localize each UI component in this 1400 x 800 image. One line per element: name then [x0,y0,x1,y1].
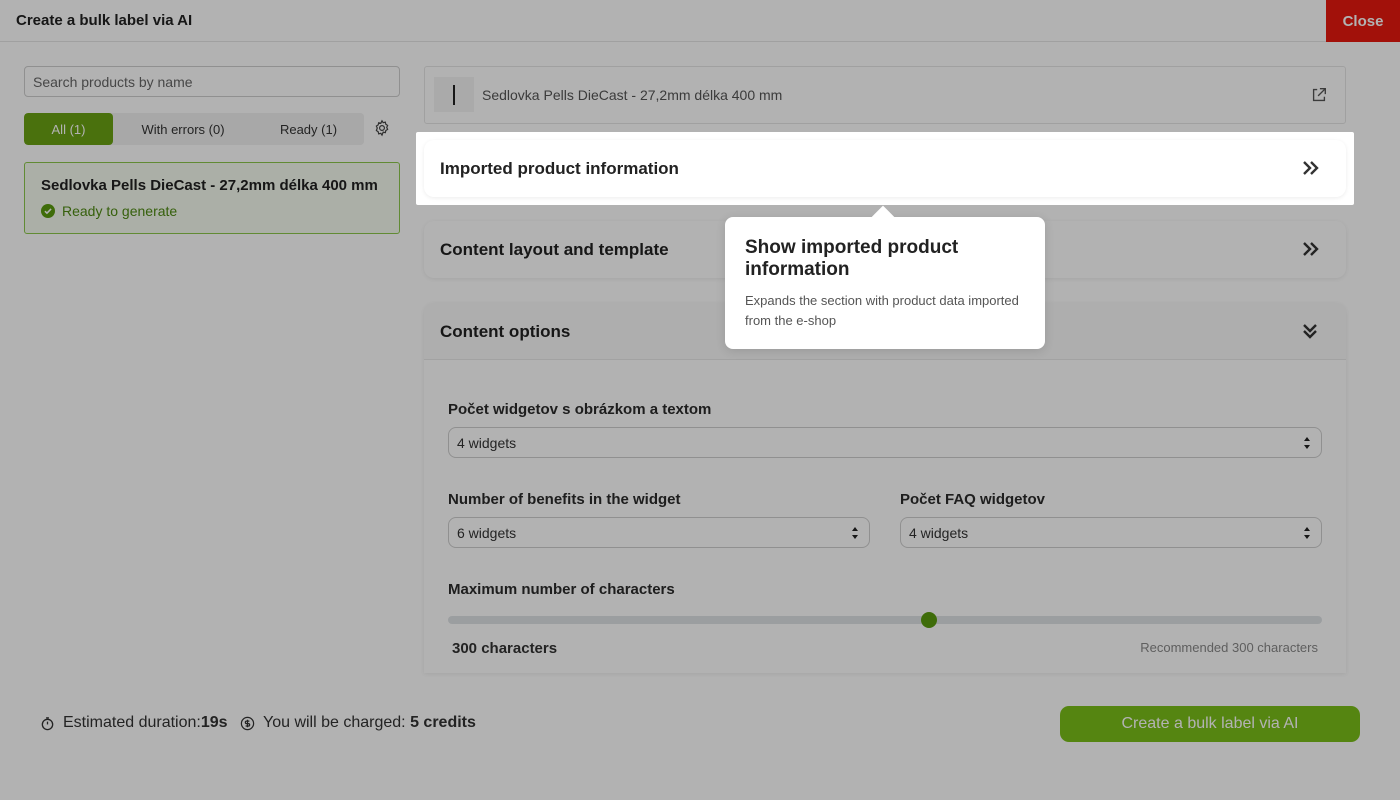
duration-value: 19s [200,714,228,731]
select-value: 6 widgets [457,524,517,541]
footer-bar: Estimated duration:19s You will be charg… [24,689,1376,758]
chevron-double-right-icon [1303,242,1319,256]
section-imported-product-info[interactable]: Imported product information [424,140,1346,197]
tooltip-description: Expands the section with product data im… [745,293,1019,328]
check-circle-icon [41,204,55,218]
settings-button[interactable] [370,116,394,140]
section-content-options: Content options Počet widgetov s obrázko… [424,303,1346,673]
title-bar: Create a bulk label via AI Close [0,0,1400,42]
chevron-double-down-icon [1303,324,1317,339]
product-name: Sedlovka Pells DieCast - 27,2mm délka 40… [41,177,378,194]
product-header-name: Sedlovka Pells DieCast - 27,2mm délka 40… [482,87,783,103]
image-text-widgets-label: Počet widgetov s obrázkom a textom [448,401,712,418]
select-arrows-icon [852,527,858,539]
section-title: Content options [440,322,571,341]
image-text-widgets-select[interactable]: 4 widgets [448,427,1322,458]
select-arrows-icon [1304,527,1310,539]
benefits-label: Number of benefits in the widget [448,491,681,508]
stopwatch-icon [41,716,54,730]
product-header: Sedlovka Pells DieCast - 27,2mm délka 40… [424,66,1346,124]
charge-value: 5 credits [410,714,476,731]
product-thumbnail [434,77,474,112]
max-chars-value: 300 characters [452,640,558,657]
max-chars-label: Maximum number of characters [448,581,675,598]
max-chars-recommended: Recommended 300 characters [1140,640,1318,655]
benefits-select[interactable]: 6 widgets [448,517,870,548]
max-chars-slider[interactable] [448,612,1322,628]
filter-tabs: All (1) With errors (0) Ready (1) [24,113,364,145]
coin-icon [240,716,255,730]
tab-ready[interactable]: Ready (1) [253,113,364,145]
status-badge: Ready to generate [41,203,383,219]
section-title: Content layout and template [440,240,669,259]
section-title: Imported product information [440,159,679,178]
estimated-duration: Estimated duration:19s [40,714,228,732]
faq-select[interactable]: 4 widgets [900,517,1322,548]
tooltip-title: Show imported product information [745,237,959,280]
tab-all[interactable]: All (1) [24,113,113,145]
faq-label: Počet FAQ widgetov [900,491,1046,508]
charge-info: You will be charged: 5 credits [240,714,476,732]
select-value: 4 widgets [457,434,517,451]
select-arrows-icon [1304,437,1310,449]
status-text: Ready to generate [62,203,178,219]
window-title: Create a bulk label via AI [16,12,193,29]
create-bulk-label-button[interactable]: Create a bulk label via AI [1060,706,1360,742]
tooltip-arrow [871,205,895,229]
gear-icon [375,119,389,137]
charge-label: You will be charged: [263,714,406,731]
tab-with-errors[interactable]: With errors (0) [113,113,253,145]
chevron-double-right-icon [1303,161,1319,175]
slider-handle[interactable] [920,612,937,628]
onboarding-tooltip: Show imported product information Expand… [725,205,1045,349]
close-button[interactable]: Close [1326,0,1400,42]
external-link-icon[interactable] [1310,86,1328,104]
product-list-item[interactable]: Sedlovka Pells DieCast - 27,2mm délka 40… [24,162,400,234]
select-value: 4 widgets [909,524,969,541]
duration-label: Estimated duration: [63,714,201,731]
search-input[interactable] [24,66,400,97]
